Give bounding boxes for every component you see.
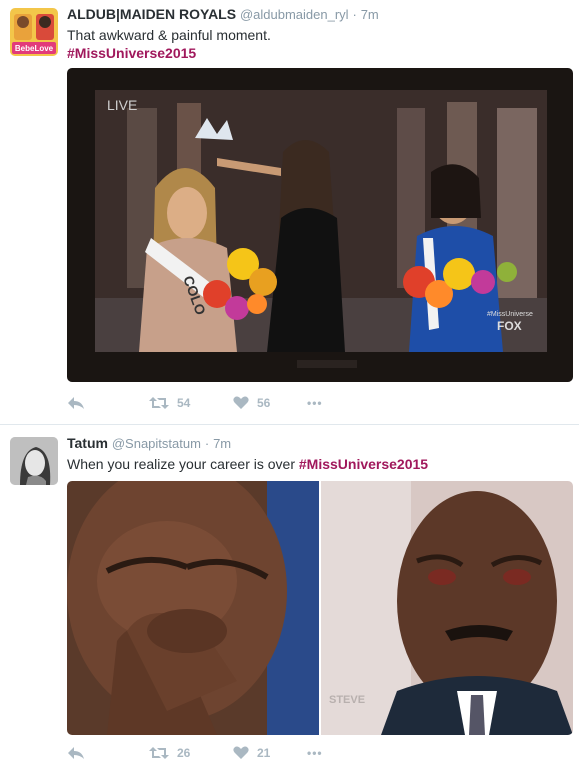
retweet-icon xyxy=(149,397,169,409)
avatar[interactable] xyxy=(10,437,58,485)
retweet-button[interactable]: 26 xyxy=(149,746,190,760)
hashtag-link[interactable]: #MissUniverse2015 xyxy=(299,456,428,472)
like-button[interactable]: 56 xyxy=(233,396,270,410)
avatar[interactable]: BebeLove xyxy=(10,8,58,56)
reply-icon xyxy=(68,747,84,759)
more-button[interactable]: ••• xyxy=(307,396,323,410)
tweet-actions: 54 56 ••• xyxy=(67,396,367,416)
retweet-count: 54 xyxy=(177,396,191,410)
timestamp[interactable]: 7m xyxy=(213,436,231,451)
display-name[interactable]: ALDUB|MAIDEN ROYALS xyxy=(67,6,236,22)
separator: · xyxy=(204,436,210,451)
retweet-button[interactable]: 54 xyxy=(149,396,190,410)
tweet-header: Tatum @Snapitstatum · 7m xyxy=(67,435,231,451)
hashtag-link[interactable]: #MissUniverse2015 xyxy=(67,45,196,61)
more-icon: ••• xyxy=(307,396,323,410)
tweet-text: When you realize your career is over #Mi… xyxy=(67,455,428,473)
tweet-photo[interactable]: LIVE COLO #MissUniverse FOX xyxy=(67,68,573,382)
heart-icon xyxy=(233,396,249,409)
user-handle[interactable]: @aldubmaiden_ryl xyxy=(240,7,349,22)
tweet-photo[interactable]: STEVE xyxy=(67,481,573,735)
like-button[interactable]: 21 xyxy=(233,746,270,760)
retweet-icon xyxy=(149,747,169,759)
retweet-count: 26 xyxy=(177,746,191,760)
heart-icon xyxy=(233,746,249,759)
show-logo: STEVE xyxy=(329,694,365,706)
tweet-1: BebeLove ALDUB|MAIDEN ROYALS @aldubmaide… xyxy=(0,0,579,424)
like-count: 56 xyxy=(257,396,271,410)
tweet-2: Tatum @Snapitstatum · 7m When you realiz… xyxy=(0,424,579,771)
tweet-text-line-1: That awkward & painful moment. xyxy=(67,27,271,43)
like-count: 21 xyxy=(257,746,271,760)
live-label: LIVE xyxy=(107,97,137,113)
separator: · xyxy=(352,7,357,22)
broadcast-hashtag: #MissUniverse xyxy=(487,311,533,318)
tweet-text-line-2: #MissUniverse2015 xyxy=(67,44,196,62)
user-handle[interactable]: @Snapitstatum xyxy=(112,436,201,451)
timestamp[interactable]: 7m xyxy=(361,7,379,22)
network-logo: FOX xyxy=(497,319,522,333)
more-icon: ••• xyxy=(307,746,323,760)
tweet-header: ALDUB|MAIDEN ROYALS @aldubmaiden_ryl · 7… xyxy=(67,6,379,22)
tweet-actions: 26 21 ••• xyxy=(67,746,367,766)
reply-button[interactable] xyxy=(67,746,85,760)
reply-icon xyxy=(68,397,84,409)
tweet-text-body: When you realize your career is over xyxy=(67,456,299,472)
avatar-label: BebeLove xyxy=(15,44,54,53)
display-name[interactable]: Tatum xyxy=(67,435,108,451)
reply-button[interactable] xyxy=(67,396,85,410)
more-button[interactable]: ••• xyxy=(307,746,323,760)
